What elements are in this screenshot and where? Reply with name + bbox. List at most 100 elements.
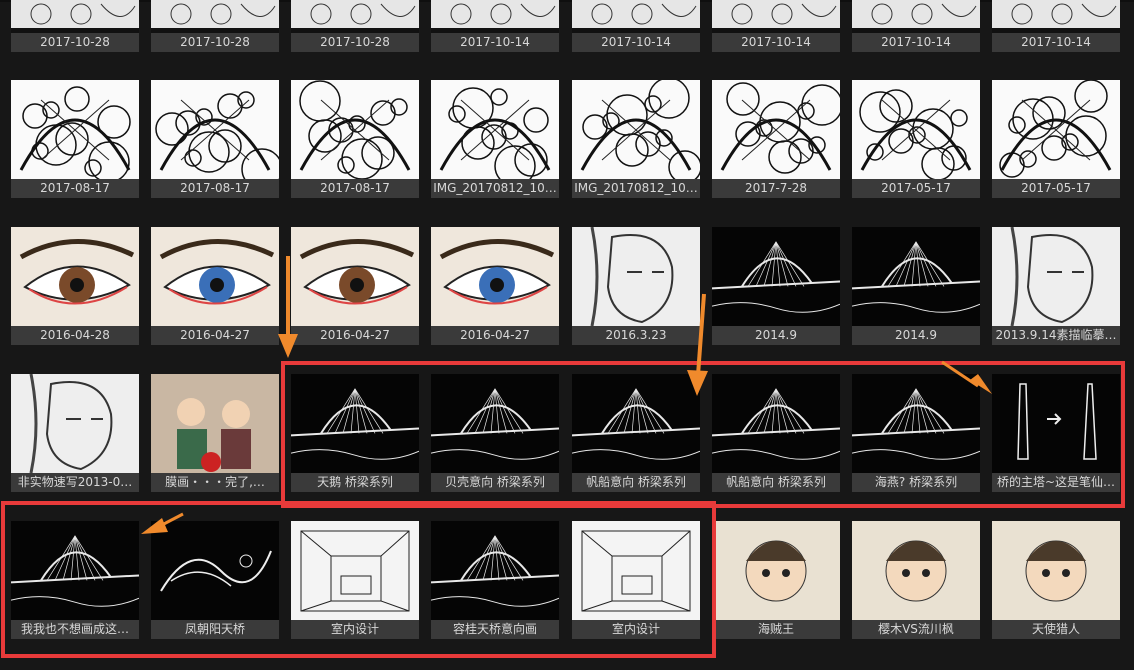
thumbnail-image[interactable] — [291, 227, 419, 326]
thumbnail-image[interactable] — [712, 521, 840, 620]
thumbnail-image[interactable] — [11, 80, 139, 179]
thumbnail-image[interactable] — [431, 80, 559, 179]
thumbnail-image[interactable] — [712, 227, 840, 326]
thumbnail-image[interactable] — [431, 521, 559, 620]
thumbnail-tile[interactable]: 桥的主塔~这是笔仙… — [992, 374, 1120, 492]
thumbnail-image[interactable] — [992, 80, 1120, 179]
thumbnail-image[interactable] — [151, 80, 279, 179]
thumbnail-tile[interactable]: 凤朝阳天桥 — [151, 521, 279, 639]
thumbnail-caption: 2017-08-17 — [291, 179, 419, 198]
thumbnail-tile[interactable]: 膜画・・・完了,… — [151, 374, 279, 492]
thumbnail-gallery: 2017-10-28 2017-10-28 2017-10-28 2017-10-14… — [0, 0, 1134, 670]
thumbnail-tile[interactable]: 天使猎人 — [992, 521, 1120, 639]
thumbnail-tile[interactable]: 2014.9 — [852, 227, 980, 345]
thumbnail-image[interactable] — [431, 374, 559, 473]
thumbnail-tile[interactable]: 非实物速写2013-0… — [11, 374, 139, 492]
thumbnail-caption: 2017-10-14 — [852, 33, 980, 52]
thumbnail-tile[interactable]: 2017-10-14 — [712, 0, 840, 52]
thumbnail-tile[interactable]: 海贼王 — [712, 521, 840, 639]
thumbnail-image[interactable] — [852, 374, 980, 473]
thumbnail-tile[interactable]: 樱木VS流川枫 — [852, 521, 980, 639]
thumbnail-tile[interactable]: 帆船意向 桥梁系列 — [712, 374, 840, 492]
thumbnail-tile[interactable]: 2014.9 — [712, 227, 840, 345]
thumbnail-image[interactable] — [11, 521, 139, 620]
thumbnail-caption: 天鹅 桥梁系列 — [291, 473, 419, 492]
thumbnail-caption: 非实物速写2013-0… — [11, 473, 139, 492]
thumbnail-caption: 海燕? 桥梁系列 — [852, 473, 980, 492]
thumbnail-image[interactable] — [151, 227, 279, 326]
thumbnail-tile[interactable]: 2017-7-28 — [712, 80, 840, 198]
thumbnail-caption: 2017-10-28 — [291, 33, 419, 52]
thumbnail-image[interactable] — [992, 521, 1120, 620]
thumbnail-image[interactable] — [992, 0, 1120, 28]
thumbnail-caption: 容桂天桥意向画 — [431, 620, 559, 639]
thumbnail-tile[interactable]: 2017-10-28 — [11, 0, 139, 52]
thumbnail-image[interactable] — [291, 521, 419, 620]
thumbnail-image[interactable] — [712, 80, 840, 179]
thumbnail-tile[interactable]: 2017-10-14 — [431, 0, 559, 52]
thumbnail-tile[interactable]: 2017-10-14 — [572, 0, 700, 52]
thumbnail-tile[interactable]: 2016-04-27 — [151, 227, 279, 345]
thumbnail-caption: 2016-04-27 — [431, 326, 559, 345]
thumbnail-tile[interactable]: 2017-05-17 — [992, 80, 1120, 198]
thumbnail-image[interactable] — [572, 521, 700, 620]
thumbnail-tile[interactable]: 2017-08-17 — [291, 80, 419, 198]
thumbnail-image[interactable] — [712, 374, 840, 473]
thumbnail-tile[interactable]: 2016-04-27 — [431, 227, 559, 345]
thumbnail-image[interactable] — [992, 227, 1120, 326]
thumbnail-caption: IMG_20170812_10… — [431, 179, 559, 198]
thumbnail-tile[interactable]: 2013.9.14素描临摹… — [992, 227, 1120, 345]
thumbnail-tile[interactable]: 2017-10-28 — [291, 0, 419, 52]
thumbnail-tile[interactable]: 2017-10-28 — [151, 0, 279, 52]
thumbnail-image[interactable] — [572, 0, 700, 28]
thumbnail-image[interactable] — [291, 0, 419, 28]
thumbnail-image[interactable] — [572, 80, 700, 179]
thumbnail-image[interactable] — [852, 227, 980, 326]
thumbnail-image[interactable] — [431, 227, 559, 326]
thumbnail-image[interactable] — [852, 521, 980, 620]
thumbnail-tile[interactable]: 2016-04-27 — [291, 227, 419, 345]
thumbnail-tile[interactable]: 2017-10-14 — [852, 0, 980, 52]
thumbnail-tile[interactable]: 2017-08-17 — [11, 80, 139, 198]
thumbnail-tile[interactable]: 室内设计 — [291, 521, 419, 639]
thumbnail-tile[interactable]: 室内设计 — [572, 521, 700, 639]
thumbnail-image[interactable] — [151, 374, 279, 473]
thumbnail-tile[interactable]: 海燕? 桥梁系列 — [852, 374, 980, 492]
thumbnail-image[interactable] — [151, 521, 279, 620]
thumbnail-tile[interactable]: 帆船意向 桥梁系列 — [572, 374, 700, 492]
thumbnail-caption: 2014.9 — [712, 326, 840, 345]
thumbnail-image[interactable] — [712, 0, 840, 28]
thumbnail-image[interactable] — [572, 374, 700, 473]
thumbnail-image[interactable] — [852, 0, 980, 28]
thumbnail-image[interactable] — [11, 227, 139, 326]
thumbnail-caption: 桥的主塔~这是笔仙… — [992, 473, 1120, 492]
thumbnail-image[interactable] — [291, 80, 419, 179]
thumbnail-caption: 贝壳意向 桥梁系列 — [431, 473, 559, 492]
thumbnail-caption: 我我也不想画成这… — [11, 620, 139, 639]
thumbnail-tile[interactable]: IMG_20170812_10… — [572, 80, 700, 198]
thumbnail-image[interactable] — [572, 227, 700, 326]
thumbnail-tile[interactable]: IMG_20170812_10… — [431, 80, 559, 198]
thumbnail-caption: 帆船意向 桥梁系列 — [572, 473, 700, 492]
thumbnail-image[interactable] — [852, 80, 980, 179]
thumbnail-tile[interactable]: 2016.3.23 — [572, 227, 700, 345]
thumbnail-image[interactable] — [992, 374, 1120, 473]
thumbnail-caption: 2017-05-17 — [852, 179, 980, 198]
thumbnail-caption: 2017-10-14 — [572, 33, 700, 52]
thumbnail-tile[interactable]: 贝壳意向 桥梁系列 — [431, 374, 559, 492]
thumbnail-tile[interactable]: 容桂天桥意向画 — [431, 521, 559, 639]
thumbnail-image[interactable] — [151, 0, 279, 28]
thumbnail-image[interactable] — [11, 0, 139, 28]
thumbnail-tile[interactable]: 天鹅 桥梁系列 — [291, 374, 419, 492]
thumbnail-tile[interactable]: 2016-04-28 — [11, 227, 139, 345]
thumbnail-caption: 樱木VS流川枫 — [852, 620, 980, 639]
thumbnail-tile[interactable]: 2017-05-17 — [852, 80, 980, 198]
thumbnail-image[interactable] — [11, 374, 139, 473]
thumbnail-tile[interactable]: 2017-08-17 — [151, 80, 279, 198]
thumbnail-caption: 2013.9.14素描临摹… — [992, 326, 1120, 345]
thumbnail-image[interactable] — [291, 374, 419, 473]
thumbnail-tile[interactable]: 2017-10-14 — [992, 0, 1120, 52]
thumbnail-tile[interactable]: 我我也不想画成这… — [11, 521, 139, 639]
thumbnail-image[interactable] — [431, 0, 559, 28]
thumbnail-caption: IMG_20170812_10… — [572, 179, 700, 198]
